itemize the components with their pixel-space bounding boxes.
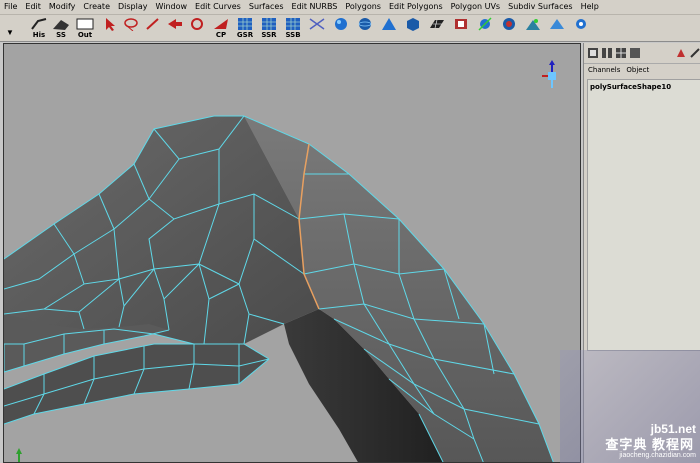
uv-icon xyxy=(576,19,586,29)
menu-window[interactable]: Window xyxy=(152,0,192,14)
menu-bar: File Edit Modify Create Display Window E… xyxy=(0,0,700,15)
append-icon xyxy=(550,19,564,29)
menu-help[interactable]: Help xyxy=(577,0,603,14)
sculpt-button[interactable] xyxy=(522,17,544,39)
tab-object[interactable]: Object xyxy=(626,64,649,76)
smooth-icon xyxy=(53,20,69,30)
menu-edit-polygons[interactable]: Edit Polygons xyxy=(385,0,447,14)
out-label: Out xyxy=(77,31,93,39)
ss-label: SS xyxy=(56,31,66,39)
cp-icon xyxy=(214,19,228,29)
watermark: jb51.net 查字典 教程网 jiaocheng.chazidian.com xyxy=(560,350,700,463)
split-icon xyxy=(478,17,492,31)
shelf-toolbar: ▼ His SS Out CP GSR SSR SSB xyxy=(0,15,700,42)
menu-file[interactable]: File xyxy=(0,0,21,14)
menu-display[interactable]: Display xyxy=(114,0,152,14)
menu-edit-curves[interactable]: Edit Curves xyxy=(191,0,245,14)
cube-icon xyxy=(407,18,419,31)
viewport-canvas xyxy=(4,60,556,462)
extrude-icon xyxy=(455,19,467,29)
merge-icon xyxy=(309,18,325,30)
watermark-title: 查字典 教程网 xyxy=(605,437,694,452)
split-button[interactable] xyxy=(474,17,496,39)
grid-layout-icon[interactable] xyxy=(615,47,627,59)
ss-button[interactable]: SS xyxy=(50,17,72,39)
sculpt-icon xyxy=(526,19,540,30)
mesh-sphere-icon xyxy=(358,18,372,30)
lasso-icon xyxy=(124,18,138,31)
move-tool-button[interactable] xyxy=(164,17,186,39)
merge-tool-button[interactable] xyxy=(306,17,328,39)
gsr-label: GSR xyxy=(236,31,254,39)
gsr-button[interactable]: GSR xyxy=(234,17,256,39)
menu-surfaces[interactable]: Surfaces xyxy=(245,0,288,14)
channel-box-toolbar xyxy=(584,43,700,63)
node-name[interactable]: polySurfaceShape10 xyxy=(588,80,700,94)
cube-button[interactable] xyxy=(402,17,424,39)
sphere-button[interactable] xyxy=(330,17,352,39)
menu-edit[interactable]: Edit xyxy=(21,0,45,14)
ssr-button[interactable]: SSR xyxy=(258,17,280,39)
move-arrow-icon xyxy=(168,19,182,29)
select-tool-button[interactable] xyxy=(98,17,120,39)
ssr-grid-icon xyxy=(262,18,276,30)
perspective-viewport[interactable] xyxy=(3,43,581,463)
layout-icon[interactable] xyxy=(587,47,599,59)
paint-select-button[interactable] xyxy=(142,17,164,39)
cp-button[interactable]: CP xyxy=(210,17,232,39)
menu-edit-nurbs[interactable]: Edit NURBS xyxy=(288,0,342,14)
his-label: His xyxy=(32,31,46,39)
extrude-button[interactable] xyxy=(450,17,472,39)
view-cube-icon[interactable] xyxy=(542,60,556,88)
channel-box-tabs: Channels Object xyxy=(584,63,700,76)
ssb-label: SSB xyxy=(285,31,301,39)
lasso-tool-button[interactable] xyxy=(120,17,142,39)
rotate-icon xyxy=(191,18,203,30)
tab-channels[interactable]: Channels xyxy=(588,64,620,76)
menu-create[interactable]: Create xyxy=(79,0,114,14)
ssb-button[interactable]: SSB xyxy=(282,17,304,39)
sphere-icon xyxy=(335,18,347,30)
shelf-menu-arrow-icon[interactable]: ▼ xyxy=(6,28,14,37)
bevel-icon xyxy=(503,18,515,30)
axis-indicator-icon xyxy=(16,448,22,462)
list-layout-icon[interactable] xyxy=(629,47,641,59)
plane-button[interactable] xyxy=(426,17,448,39)
pyramid-button[interactable] xyxy=(378,17,400,39)
paint-brush-icon xyxy=(146,18,159,30)
gsr-grid-icon xyxy=(238,18,252,30)
watermark-url: jiaocheng.chazidian.com xyxy=(619,452,696,459)
cp-label: CP xyxy=(215,31,227,39)
select-arrow-icon xyxy=(106,18,115,31)
his-button[interactable]: His xyxy=(28,17,50,39)
split-layout-icon[interactable] xyxy=(601,47,613,59)
append-button[interactable] xyxy=(546,17,568,39)
channel-box-icon[interactable] xyxy=(675,47,687,59)
out-button[interactable]: Out xyxy=(74,17,96,39)
pyramid-icon xyxy=(382,18,396,30)
channel-box-content: polySurfaceShape10 xyxy=(587,79,700,351)
bevel-button[interactable] xyxy=(498,17,520,39)
plane-icon xyxy=(430,19,444,29)
outliner-icon xyxy=(76,18,94,30)
menu-polygon-uvs[interactable]: Polygon UVs xyxy=(447,0,504,14)
menu-modify[interactable]: Modify xyxy=(45,0,80,14)
uv-button[interactable] xyxy=(570,17,592,39)
rotate-tool-button[interactable] xyxy=(186,17,208,39)
sphere-mesh-button[interactable] xyxy=(354,17,376,39)
attribute-editor-icon[interactable] xyxy=(689,47,700,59)
ssb-grid-icon xyxy=(286,18,300,30)
ssr-label: SSR xyxy=(261,31,277,39)
menu-subdiv-surfaces[interactable]: Subdiv Surfaces xyxy=(504,0,576,14)
history-icon xyxy=(31,18,47,30)
menu-polygons[interactable]: Polygons xyxy=(341,0,385,14)
